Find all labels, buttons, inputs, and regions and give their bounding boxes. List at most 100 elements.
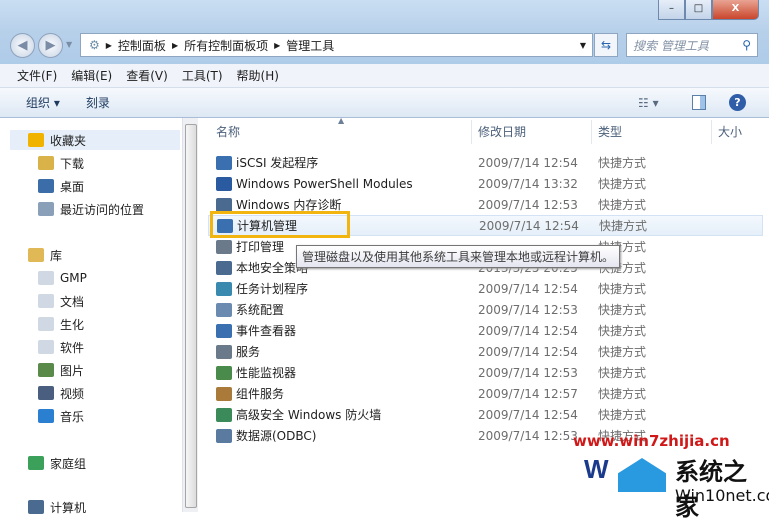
file-type: 快捷方式 bbox=[598, 324, 647, 338]
address-dropdown-icon[interactable]: ▼ bbox=[580, 41, 586, 50]
refresh-button[interactable]: ⇆ bbox=[594, 33, 618, 57]
music-icon bbox=[38, 409, 54, 423]
column-header-modified[interactable]: 修改日期 bbox=[472, 120, 592, 144]
burn-button[interactable]: 刻录 bbox=[86, 94, 110, 111]
menu-bar: 文件(F) 编辑(E) 查看(V) 工具(T) 帮助(H) bbox=[0, 64, 769, 88]
sidebar-item[interactable]: 视频 bbox=[38, 383, 84, 403]
sidebar-item[interactable]: 库 bbox=[28, 245, 62, 265]
shortcut-icon bbox=[216, 176, 232, 191]
file-date: 2009/7/14 12:54 bbox=[478, 281, 578, 296]
sidebar-item-label: 家庭组 bbox=[50, 456, 87, 471]
sidebar-item[interactable]: 下载 bbox=[38, 153, 84, 173]
file-row[interactable]: iSCSI 发起程序 2009/7/14 12:54 快捷方式 bbox=[208, 152, 763, 173]
file-type: 快捷方式 bbox=[598, 198, 647, 212]
sidebar-item-label: 下载 bbox=[60, 156, 85, 171]
file-name: 性能监视器 bbox=[236, 366, 297, 380]
breadcrumb-separator-icon[interactable]: ▶ bbox=[106, 41, 112, 50]
search-icon[interactable]: ⚲ bbox=[742, 38, 751, 52]
sidebar-item[interactable]: GMP bbox=[38, 268, 87, 288]
pictures-icon bbox=[38, 363, 54, 377]
help-icon[interactable]: ? bbox=[729, 94, 746, 111]
scrollbar-thumb[interactable] bbox=[185, 124, 197, 508]
file-row[interactable]: 系统配置 2009/7/14 12:53 快捷方式 bbox=[208, 299, 763, 320]
shortcut-icon bbox=[216, 386, 232, 401]
file-row[interactable]: 任务计划程序 2009/7/14 12:54 快捷方式 bbox=[208, 278, 763, 299]
sidebar-item[interactable]: 最近访问的位置 bbox=[38, 199, 144, 219]
sidebar-item-label: 最近访问的位置 bbox=[60, 202, 145, 217]
sidebar-item[interactable]: 图片 bbox=[38, 360, 84, 380]
file-date: 2009/7/14 12:54 bbox=[478, 155, 578, 170]
breadcrumb-separator-icon[interactable]: ▶ bbox=[274, 41, 280, 50]
menu-file[interactable]: 文件(F) bbox=[17, 67, 57, 84]
shortcut-icon bbox=[216, 302, 232, 317]
file-row[interactable]: 组件服务 2009/7/14 12:57 快捷方式 bbox=[208, 383, 763, 404]
watermark-url: www.win7zhijia.cn bbox=[573, 432, 730, 450]
file-type: 快捷方式 bbox=[598, 387, 647, 401]
breadcrumb-admin-tools[interactable]: 管理工具 bbox=[286, 37, 334, 54]
control-panel-icon: ⚙ bbox=[89, 38, 100, 52]
column-header-size[interactable]: 大小 bbox=[712, 120, 769, 144]
sidebar-item[interactable]: 音乐 bbox=[38, 406, 84, 426]
preview-pane-icon[interactable] bbox=[692, 95, 706, 110]
menu-help[interactable]: 帮助(H) bbox=[237, 67, 279, 84]
sidebar-item[interactable]: 家庭组 bbox=[28, 453, 86, 473]
sidebar-item[interactable]: 收藏夹 bbox=[10, 130, 180, 150]
close-button[interactable]: X bbox=[712, 0, 759, 20]
menu-edit[interactable]: 编辑(E) bbox=[71, 67, 112, 84]
menu-tools[interactable]: 工具(T) bbox=[182, 67, 223, 84]
file-row[interactable]: 性能监视器 2009/7/14 12:53 快捷方式 bbox=[208, 362, 763, 383]
sidebar-item[interactable]: 软件 bbox=[38, 337, 84, 357]
maximize-button[interactable]: □ bbox=[685, 0, 712, 20]
file-name: 系统配置 bbox=[236, 303, 285, 317]
file-name: 事件查看器 bbox=[236, 324, 297, 338]
breadcrumb-control-panel[interactable]: 控制面板 bbox=[118, 37, 166, 54]
sidebar-item-label: GMP bbox=[60, 271, 87, 285]
sidebar-item[interactable]: 文档 bbox=[38, 291, 84, 311]
file-name: 数据源(ODBC) bbox=[236, 429, 317, 443]
column-header-name[interactable]: 名称 bbox=[210, 120, 472, 144]
command-bar: 组织 ▾ 刻录 ☷ ▾ ? bbox=[0, 88, 769, 118]
star-icon bbox=[28, 133, 44, 147]
file-type: 快捷方式 bbox=[598, 366, 647, 380]
breadcrumb-separator-icon[interactable]: ▶ bbox=[172, 41, 178, 50]
history-dropdown-icon[interactable]: ▼ bbox=[66, 40, 72, 49]
forward-button[interactable]: ▶ bbox=[38, 33, 63, 58]
file-date: 2009/7/14 12:53 bbox=[478, 197, 578, 212]
recent-places-icon bbox=[38, 202, 54, 216]
sidebar-item-label: 文档 bbox=[60, 294, 85, 309]
sidebar-item[interactable]: 桌面 bbox=[38, 176, 84, 196]
view-options-icon[interactable]: ☷ ▾ bbox=[638, 96, 659, 110]
file-row[interactable]: Windows PowerShell Modules 2009/7/14 13:3… bbox=[208, 173, 763, 194]
back-button[interactable]: ◀ bbox=[10, 33, 35, 58]
file-date: 2009/7/14 12:54 bbox=[478, 344, 578, 359]
navigation-scrollbar[interactable] bbox=[182, 118, 198, 512]
minimize-button[interactable]: – bbox=[658, 0, 685, 20]
address-bar[interactable]: ⚙ ▶ 控制面板 ▶ 所有控制面板项 ▶ 管理工具 ▼ bbox=[80, 33, 593, 57]
file-name: 打印管理 bbox=[236, 240, 285, 254]
sidebar-item[interactable]: 生化 bbox=[38, 314, 84, 334]
shortcut-icon bbox=[216, 428, 232, 443]
sidebar-item-label: 收藏夹 bbox=[50, 133, 87, 148]
organize-button[interactable]: 组织 ▾ bbox=[26, 94, 60, 111]
file-row[interactable]: 事件查看器 2009/7/14 12:54 快捷方式 bbox=[208, 320, 763, 341]
file-date: 2009/7/14 12:54 bbox=[478, 407, 578, 422]
file-type: 快捷方式 bbox=[598, 408, 647, 422]
desktop-icon bbox=[38, 179, 54, 193]
shortcut-icon bbox=[216, 260, 232, 275]
file-date: 2009/7/14 13:32 bbox=[478, 176, 578, 191]
shortcut-icon bbox=[216, 239, 232, 254]
sidebar-item[interactable]: 计算机 bbox=[28, 497, 86, 517]
file-row[interactable]: 服务 2009/7/14 12:54 快捷方式 bbox=[208, 341, 763, 362]
file-row[interactable]: 高级安全 Windows 防火墙 2009/7/14 12:54 快捷方式 bbox=[208, 404, 763, 425]
search-input[interactable]: 搜索 管理工具 ⚲ bbox=[626, 33, 758, 57]
shortcut-icon bbox=[216, 344, 232, 359]
breadcrumb-all-items[interactable]: 所有控制面板项 bbox=[184, 37, 268, 54]
videos-icon bbox=[38, 386, 54, 400]
sidebar-item-label: 生化 bbox=[60, 317, 85, 332]
sidebar-item-label: 软件 bbox=[60, 340, 85, 355]
file-name: 服务 bbox=[236, 345, 261, 359]
shortcut-icon bbox=[216, 281, 232, 296]
menu-view[interactable]: 查看(V) bbox=[126, 67, 168, 84]
column-header-type[interactable]: 类型 bbox=[592, 120, 712, 144]
file-name: iSCSI 发起程序 bbox=[236, 156, 319, 170]
